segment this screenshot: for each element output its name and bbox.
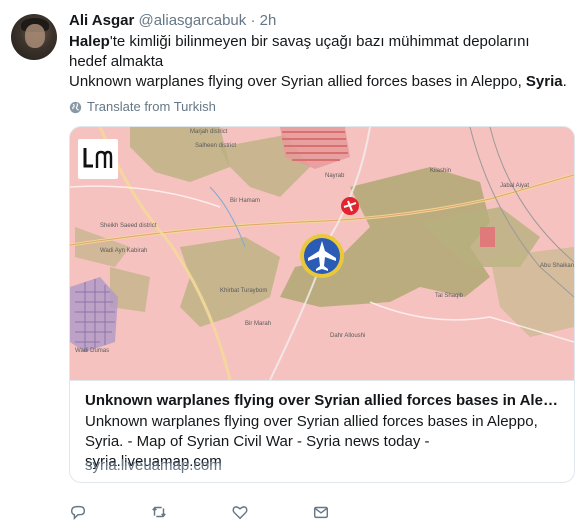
hashtag-syria[interactable]: Syria <box>526 73 563 90</box>
map-graphic: Marjah district Salheen district Nayrab … <box>70 127 574 380</box>
tweet-actions <box>68 502 368 522</box>
retweet-button[interactable] <box>149 502 169 522</box>
blue-plane-marker <box>300 234 344 278</box>
svg-text:Kilashin: Kilashin <box>430 168 451 174</box>
svg-text:Salheen district: Salheen district <box>195 143 236 149</box>
dm-icon <box>313 506 329 519</box>
hashtag-halep[interactable]: Halep <box>69 33 110 50</box>
translate-label[interactable]: Translate from Turkish <box>87 99 216 115</box>
translate-link[interactable]: Translate from Turkish <box>69 99 216 115</box>
tweet-line2-text: Unknown warplanes flying over Syrian all… <box>69 73 526 90</box>
svg-text:Wadi Dumas: Wadi Dumas <box>75 348 109 354</box>
link-card[interactable]: Marjah district Salheen district Nayrab … <box>69 126 575 483</box>
header-separator: · <box>250 12 256 29</box>
user-name[interactable]: Ali Asgar <box>69 12 134 29</box>
tweet-header: Ali Asgar @aliasgarcabuk · 2h <box>69 12 276 30</box>
svg-text:Nayrab: Nayrab <box>325 173 345 179</box>
tweet-timestamp[interactable]: 2h <box>260 12 277 29</box>
svg-text:Wadi Ayn Kabirah: Wadi Ayn Kabirah <box>100 248 147 254</box>
card-text[interactable]: Unknown warplanes flying over Syrian all… <box>70 380 574 482</box>
tweet[interactable]: Ali Asgar @aliasgarcabuk · 2h Halep'te k… <box>0 0 586 528</box>
svg-text:Sheikh Saeed district: Sheikh Saeed district <box>100 223 157 229</box>
logo-mark-icon <box>83 148 113 168</box>
dm-button[interactable] <box>311 502 331 522</box>
svg-text:Jabal Aiyat: Jabal Aiyat <box>500 183 529 189</box>
card-domain[interactable]: syria.liveuamap.com <box>85 456 222 476</box>
svg-text:Khirbat Turaybom: Khirbat Turaybom <box>220 288 267 294</box>
svg-text:Dahr Alloushi: Dahr Alloushi <box>330 333 365 339</box>
tweet-line2-end: . <box>562 73 567 90</box>
globe-icon <box>69 101 82 113</box>
avatar[interactable] <box>11 14 57 60</box>
reply-button[interactable] <box>68 502 88 522</box>
like-button[interactable] <box>230 502 250 522</box>
svg-text:Bir Hamam: Bir Hamam <box>230 198 260 204</box>
tweet-line-english: Unknown warplanes flying over Syrian all… <box>69 72 569 92</box>
like-icon <box>232 506 248 520</box>
map-image[interactable]: Marjah district Salheen district Nayrab … <box>70 127 574 380</box>
svg-text:Bir Marah: Bir Marah <box>245 321 271 327</box>
tweet-line1-rest: 'te kimliği bilinmeyen bir savaş uçağı b… <box>69 33 530 70</box>
svg-text:Tal Shaqib: Tal Shaqib <box>435 293 464 299</box>
svg-text:Abu Shaikan: Abu Shaikan <box>540 263 574 269</box>
tweet-text: Halep'te kimliği bilinmeyen bir savaş uç… <box>69 32 569 92</box>
tweet-line-turkish: Halep'te kimliği bilinmeyen bir savaş uç… <box>69 32 569 72</box>
retweet-icon <box>152 506 166 518</box>
red-plane-marker <box>341 197 359 215</box>
svg-text:Marjah district: Marjah district <box>190 129 228 135</box>
avatar-face <box>25 24 45 48</box>
card-title[interactable]: Unknown warplanes flying over Syrian all… <box>85 391 560 411</box>
liveuamap-logo <box>78 139 118 179</box>
user-handle[interactable]: @aliasgarcabuk <box>138 12 246 29</box>
reply-icon <box>70 505 86 521</box>
